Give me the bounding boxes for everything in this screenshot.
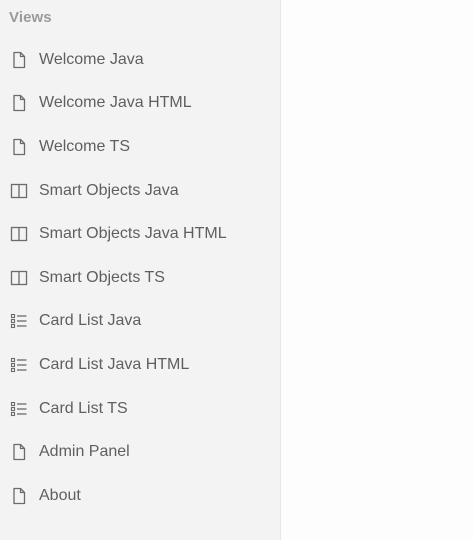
nav-item-label: Card List Java HTML — [39, 355, 190, 373]
file-icon — [10, 443, 28, 461]
split-panel-icon — [10, 269, 28, 287]
nav-item-label: Smart Objects Java HTML — [39, 225, 227, 243]
nav-item-label: Admin Panel — [39, 443, 130, 461]
nav-item-label: Smart Objects TS — [39, 268, 165, 286]
list-icon — [10, 400, 28, 418]
drawer-title: Views — [9, 9, 52, 26]
file-icon — [10, 51, 28, 69]
nav-item-label: Smart Objects Java — [39, 181, 179, 199]
nav-item-card-list-java[interactable]: Card List Java — [0, 300, 280, 344]
main-content-area — [281, 0, 474, 540]
nav-item-label: Welcome Java — [39, 50, 144, 68]
nav-item-label: Welcome TS — [39, 137, 130, 155]
nav-item-welcome-java[interactable]: Welcome Java — [0, 38, 280, 82]
nav-item-label: Welcome Java HTML — [39, 94, 192, 112]
nav-item-admin-panel[interactable]: Admin Panel — [0, 430, 280, 474]
nav-item-card-list-ts[interactable]: Card List TS — [0, 387, 280, 431]
split-panel-icon — [10, 225, 28, 243]
nav-item-smart-objects-java-html[interactable]: Smart Objects Java HTML — [0, 212, 280, 256]
nav-item-label: Card List Java — [39, 312, 142, 330]
file-icon — [10, 487, 28, 505]
nav-list: Welcome Java Welcome Java HTML Welcome T… — [0, 38, 280, 518]
nav-item-welcome-java-html[interactable]: Welcome Java HTML — [0, 82, 280, 126]
navigation-drawer: Views Welcome Java Welcome Java HTML Wel… — [0, 0, 281, 540]
split-panel-icon — [10, 182, 28, 200]
nav-item-label: About — [39, 486, 81, 504]
file-icon — [10, 94, 28, 112]
nav-item-smart-objects-ts[interactable]: Smart Objects TS — [0, 256, 280, 300]
nav-item-smart-objects-java[interactable]: Smart Objects Java — [0, 169, 280, 213]
nav-item-about[interactable]: About — [0, 474, 280, 518]
nav-item-card-list-java-html[interactable]: Card List Java HTML — [0, 343, 280, 387]
nav-item-label: Card List TS — [39, 399, 128, 417]
list-icon — [10, 312, 28, 330]
nav-item-welcome-ts[interactable]: Welcome TS — [0, 125, 280, 169]
file-icon — [10, 138, 28, 156]
list-icon — [10, 356, 28, 374]
app-window: Views Welcome Java Welcome Java HTML Wel… — [0, 0, 474, 540]
